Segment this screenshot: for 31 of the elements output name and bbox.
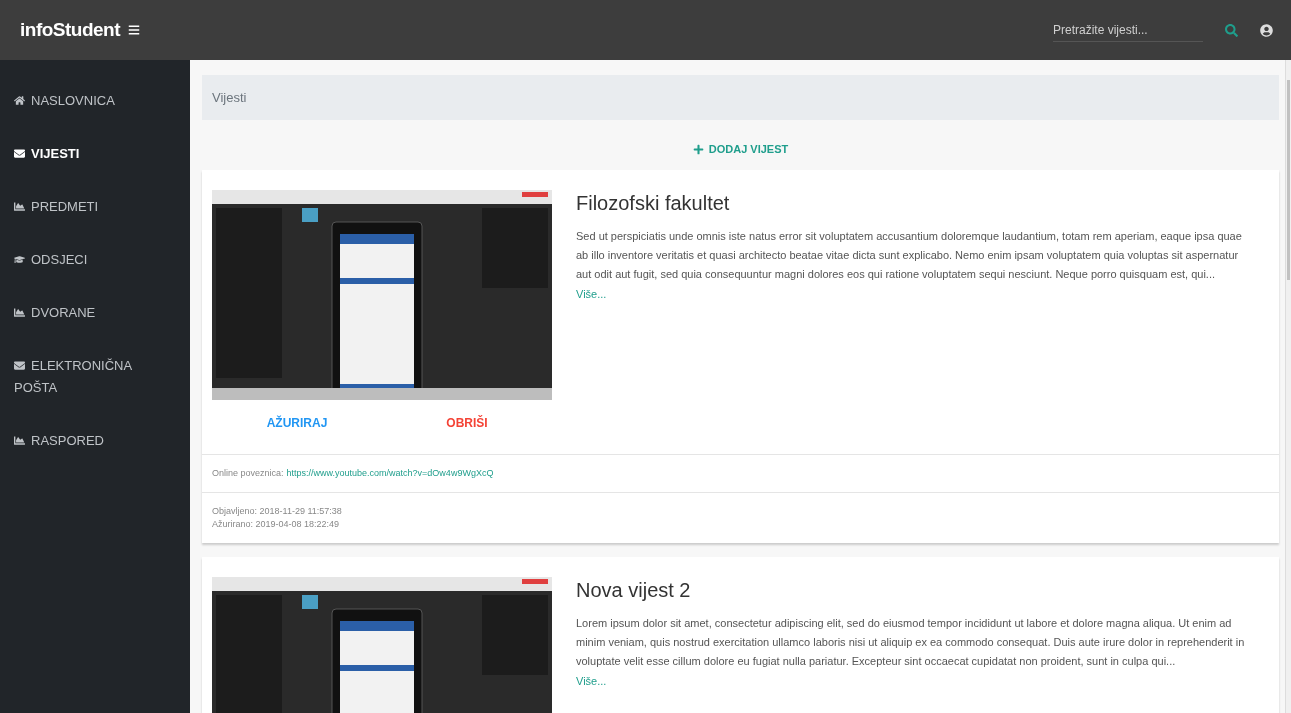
sidebar-item[interactable]: NASLOVNICA [0,76,190,128]
chart-icon [14,435,25,446]
envelope-icon [14,148,25,159]
graduation-cap-icon [14,254,25,265]
sidebar-item[interactable]: VIJESTI [0,129,190,181]
updated-date: Ažurirano: 2019-04-08 18:22:49 [212,518,341,531]
plus-icon [692,143,704,155]
delete-button[interactable]: OBRIŠI [382,410,552,436]
search-icon[interactable] [1225,23,1238,37]
news-text: Lorem ipsum dolor sit amet, consectetur adipiscing elit, sed do eiusmod tempor incididunt ut labore et dolore magna aliqua. Ut enim ad minim veniam, quis nostrud exercitation ullamco laboris nisi ut aliquip ex ea commodo consequat. Duis aute irure dolor in reprehenderit in voluptate velit esse cillum dolore eu fugiat nulla pariatur. Excepteur sint occaecat cupidatat non proident, sunt in culpa qui... [576,616,1246,669]
scrollbar[interactable] [1285,60,1291,713]
link-label: Online poveznica: [212,468,284,478]
published-date: Objavljeno: 2018-11-29 11:57:38 [212,505,343,518]
sidebar-item[interactable]: DVORANE [0,288,190,340]
video-link[interactable]: https://www.youtube.com/watch?v=dOw4w9WgXcQ [286,468,494,478]
sidebar-item[interactable]: PREDMETI [0,182,190,234]
sidebar-item[interactable]: RASPORED [0,416,190,468]
sidebar-item[interactable]: ODSJECI [0,235,190,287]
news-text: Sed ut perspiciatis unde omnis iste natus error sit voluptatem accusantium doloremque laudantium, totam rem aperiam, eaque ipsa quae ab illo inventore veritatis et quasi architecto beatae vitae dicta sunt explicabo. Nemo enim ipsam voluptatem quia voluptas sit aspernatur aut odit aut fugit, sed quia consequuntur magni dolores eos qui ratione voluptatem sequi nesciunt. Neque porro quisquam est, qui... [576,229,1243,282]
search-field[interactable]: Pretražite vijesti... [1053,18,1203,42]
chart-icon [14,307,25,318]
sidebar-item[interactable]: ELEKTRONIČNA POŠTA [0,341,190,415]
menu-icon[interactable] [128,24,141,36]
news-title: Filozofski fakultet [576,192,731,215]
home-icon [14,95,25,106]
chart-icon [14,201,25,212]
news-title: Nova vijest 2 [576,579,692,602]
envelope-icon [14,360,25,371]
user-icon[interactable] [1260,23,1273,37]
brand-title: infoStudent [20,19,121,41]
page-header: Vijesti [202,75,1279,120]
